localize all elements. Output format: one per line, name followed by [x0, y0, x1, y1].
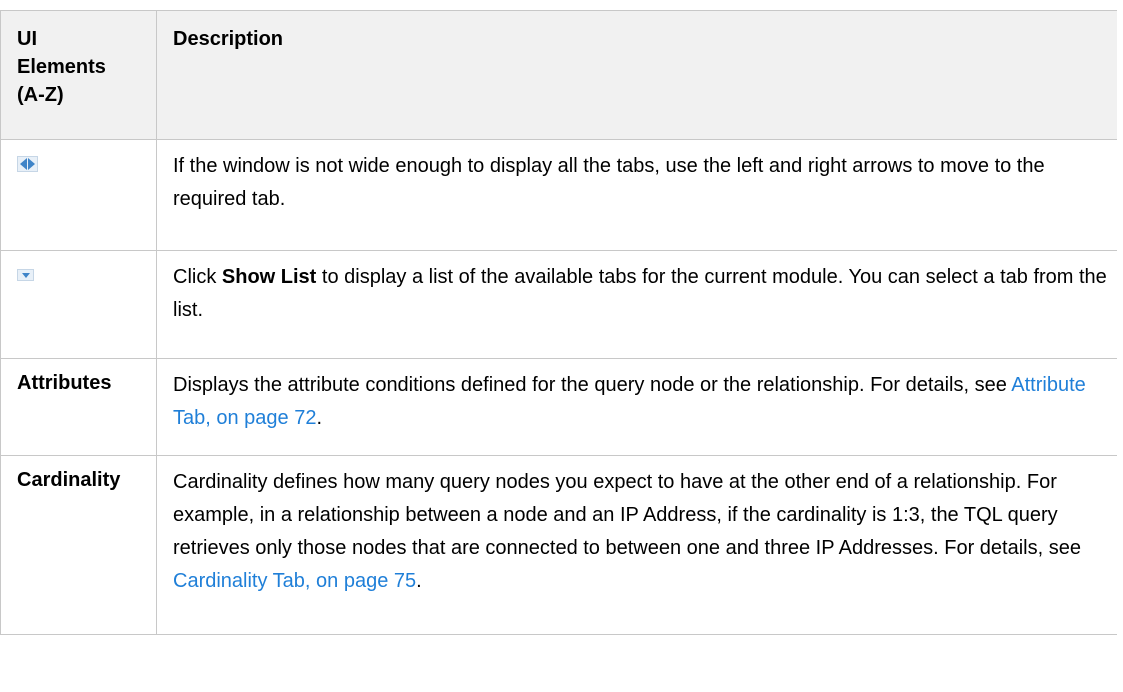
table-row: Cardinality Cardinality defines how many… — [0, 455, 1118, 635]
description-cell: If the window is not wide enough to disp… — [156, 139, 1118, 251]
description-text: Cardinality defines how many query nodes… — [173, 471, 1081, 559]
page-edge — [1117, 0, 1123, 692]
arrow-right-icon — [28, 158, 35, 170]
element-cell — [0, 250, 157, 359]
header-ui-elements-line1: UI — [17, 28, 37, 50]
description-text: . — [416, 570, 422, 592]
description-cell: Cardinality defines how many query nodes… — [156, 455, 1118, 635]
arrow-left-icon — [20, 158, 27, 170]
description-text: Displays the attribute conditions define… — [173, 374, 1012, 396]
description-cell: Click Show List to display a list of the… — [156, 250, 1118, 359]
header-ui-elements-line2: Elements — [17, 56, 106, 78]
table-header-row: UI Elements (A-Z) Description — [0, 10, 1118, 140]
description-text: . — [316, 407, 323, 429]
table-row: Click Show List to display a list of the… — [0, 250, 1118, 359]
description-text: Click — [173, 266, 222, 288]
header-description: Description — [156, 10, 1118, 140]
cardinality-tab-link[interactable]: Cardinality Tab, on page 75 — [173, 570, 416, 592]
table-row: Attributes Displays the attribute condit… — [0, 358, 1118, 456]
element-name-cardinality: Cardinality — [0, 455, 157, 635]
left-right-arrows-icon — [17, 156, 38, 172]
ui-elements-table: UI Elements (A-Z) Description If the win… — [0, 10, 1118, 635]
header-ui-elements: UI Elements (A-Z) — [0, 10, 157, 140]
header-ui-elements-line3: (A-Z) — [17, 84, 64, 106]
description-cell: Displays the attribute conditions define… — [156, 358, 1118, 456]
table-row: If the window is not wide enough to disp… — [0, 139, 1118, 251]
element-name-attributes: Attributes — [0, 358, 157, 456]
show-list-term: Show List — [221, 266, 317, 288]
show-list-dropdown-icon — [17, 269, 34, 281]
element-cell — [0, 139, 157, 251]
